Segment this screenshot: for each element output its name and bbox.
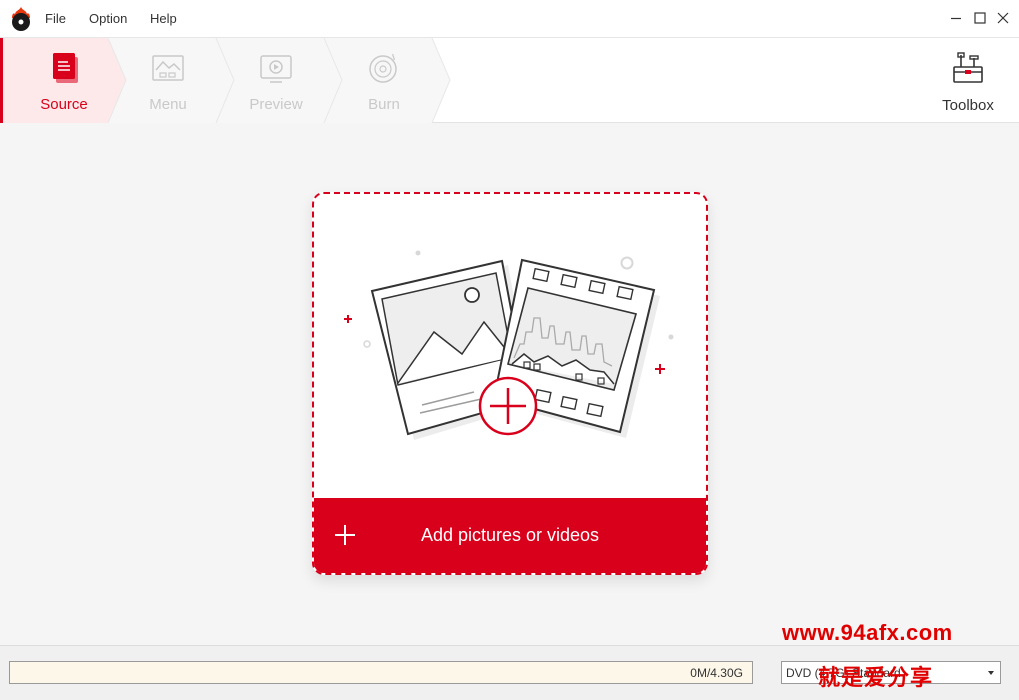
step-navigation: Source Menu Preview Burn Toolbox — [0, 38, 1019, 123]
menu-picture-icon — [152, 55, 184, 81]
step-burn-label: Burn — [368, 96, 400, 113]
step-preview-label: Preview — [249, 96, 303, 113]
source-document-icon — [53, 53, 78, 83]
toolbox-button[interactable]: Toolbox — [933, 38, 1003, 123]
watermark-url: www.94afx.com — [782, 620, 953, 645]
step-source[interactable]: Source — [10, 38, 118, 123]
toolbox-label: Toolbox — [942, 97, 994, 114]
drop-zone[interactable]: Add pictures or videos — [312, 192, 708, 575]
title-bar: File Option Help — [0, 0, 1019, 38]
step-source-label: Source — [40, 96, 88, 113]
step-burn[interactable]: Burn — [330, 38, 438, 123]
chevron-down-icon — [988, 671, 994, 675]
capacity-text: 0M/4.30G — [690, 666, 743, 680]
minimize-icon[interactable] — [946, 8, 966, 28]
burn-disc-icon — [369, 53, 397, 83]
step-preview[interactable]: Preview — [222, 38, 330, 123]
menu-file[interactable]: File — [45, 11, 66, 26]
step-menu-label: Menu — [149, 96, 187, 113]
close-icon[interactable] — [993, 8, 1013, 28]
photo-and-filmstrip-illustration — [344, 250, 674, 440]
menu-option[interactable]: Option — [89, 11, 127, 26]
step-menu[interactable]: Menu — [114, 38, 222, 123]
preview-monitor-icon — [260, 55, 292, 83]
toolbox-icon — [953, 52, 983, 83]
watermark-text: 就是爱分享 — [818, 665, 934, 690]
menu-help[interactable]: Help — [150, 11, 177, 26]
maximize-icon[interactable] — [970, 8, 990, 28]
app-logo-icon — [12, 7, 30, 31]
disc-capacity-bar: 0M/4.30G — [9, 661, 753, 684]
add-media-label: Add pictures or videos — [420, 525, 600, 545]
add-media-button[interactable]: Add pictures or videos — [314, 498, 706, 573]
